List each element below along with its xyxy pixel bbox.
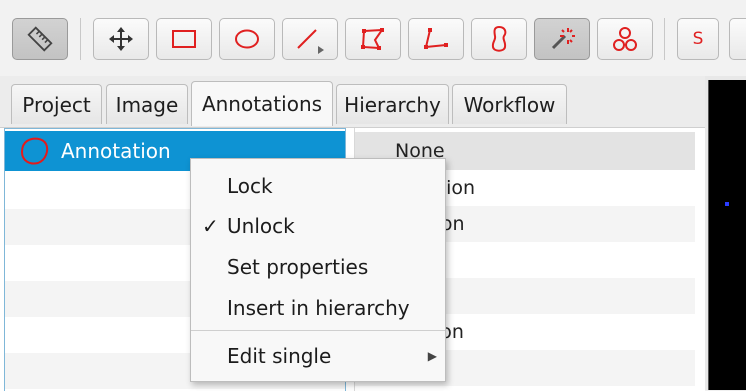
tab-label: Workflow (463, 92, 556, 117)
menu-item-label: Edit single (227, 344, 332, 368)
selection-mode-icon: S (692, 29, 704, 49)
points-icon (611, 25, 639, 53)
tab-label: Project (22, 92, 91, 117)
annotation-shape-icon (17, 135, 53, 167)
rectangle-tool-button[interactable] (156, 18, 212, 60)
brush-tool-button[interactable] (471, 18, 527, 60)
wand-icon (548, 25, 576, 53)
tab-bar: Project Image Annotations Hierarchy Work… (0, 76, 705, 127)
tab-label: Image (115, 92, 179, 117)
toolbar-separator (80, 18, 81, 60)
rectangle-icon (171, 28, 197, 50)
tab-workflow[interactable]: Workflow (452, 84, 567, 124)
viewer-canvas[interactable] (708, 80, 746, 390)
menu-item-lock[interactable]: Lock (191, 166, 445, 206)
menu-item-label: Unlock (227, 214, 295, 238)
selection-mode-button[interactable]: S (677, 18, 719, 60)
submenu-arrow-icon: ▶ (427, 349, 437, 363)
line-icon (294, 24, 326, 54)
context-menu: Lock ✓ Unlock Set properties Insert in h… (190, 158, 446, 382)
wand-tool-button[interactable] (534, 18, 590, 60)
brush-icon (487, 24, 511, 54)
menu-item-unlock[interactable]: ✓ Unlock (191, 206, 445, 246)
menu-item-label: Insert in hierarchy (227, 296, 410, 320)
menu-item-label: Lock (227, 174, 273, 198)
checkmark-icon: ✓ (202, 214, 219, 238)
toolbar: S (0, 0, 746, 77)
menu-item-edit-single[interactable]: Edit single ▶ (191, 336, 445, 376)
ellipse-icon (233, 28, 261, 50)
polyline-tool-button[interactable] (408, 18, 464, 60)
ellipse-tool-button[interactable] (219, 18, 275, 60)
tab-hierarchy[interactable]: Hierarchy (336, 84, 449, 124)
polygon-icon (359, 26, 387, 52)
tab-annotations[interactable]: Annotations (191, 81, 333, 126)
move-icon (108, 26, 134, 52)
menu-item-set-properties[interactable]: Set properties (191, 247, 445, 287)
annotation-label: Annotation (61, 139, 171, 163)
menu-item-insert-in-hierarchy[interactable]: Insert in hierarchy (191, 288, 445, 328)
ruler-icon (26, 25, 54, 53)
toolbar-separator (664, 18, 665, 60)
polyline-icon (422, 26, 450, 52)
menu-item-label: Set properties (227, 255, 369, 279)
viewer-marker (725, 202, 729, 206)
tab-project[interactable]: Project (11, 84, 102, 124)
line-tool-button[interactable] (282, 18, 338, 60)
polygon-tool-button[interactable] (345, 18, 401, 60)
move-tool-button[interactable] (93, 18, 149, 60)
tab-image[interactable]: Image (106, 84, 188, 124)
ruler-tool-button[interactable] (12, 18, 68, 60)
tab-label: Annotations (201, 92, 323, 116)
points-tool-button[interactable] (597, 18, 653, 60)
more-tools-button[interactable] (729, 18, 746, 60)
tab-label: Hierarchy (344, 92, 441, 117)
menu-separator (191, 330, 445, 331)
image-viewer[interactable] (705, 76, 746, 390)
